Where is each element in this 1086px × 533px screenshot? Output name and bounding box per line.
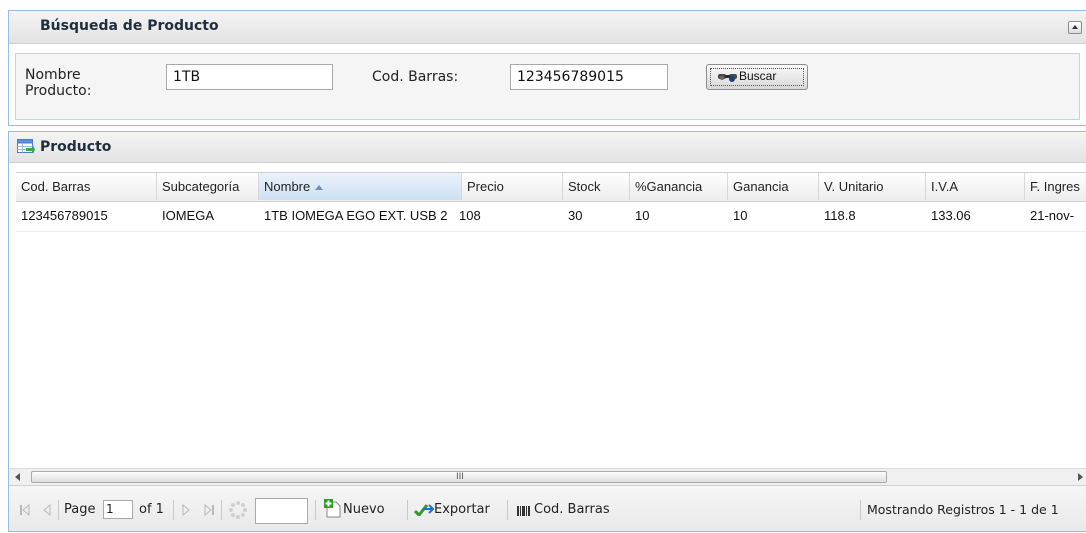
cod-barras-input[interactable]: 123456789015 (510, 64, 668, 90)
column-header-nombre-label: Nombre (264, 179, 311, 194)
scrollbar-grip: III (456, 472, 464, 482)
nombre-label-line1: Nombre (25, 67, 81, 83)
search-panel-header: Búsqueda de Producto (9, 11, 1086, 44)
collapse-icon[interactable] (1068, 21, 1082, 34)
cell-f-ingreso: 21-nov- (1030, 208, 1075, 223)
barcode-icon (517, 506, 530, 516)
column-header-cod-barras[interactable]: Cod. Barras (16, 173, 157, 200)
cell-cod-barras: 123456789015 (21, 208, 108, 223)
grid-header: Producto (9, 132, 1086, 163)
cod-barras-button[interactable]: Cod. Barras (515, 498, 625, 522)
pager-separator (507, 500, 508, 520)
column-header-nombre[interactable]: Nombre (259, 173, 462, 200)
page-count-label: of 1 (139, 502, 164, 517)
cell-iva: 133.06 (931, 208, 971, 223)
previous-page-icon[interactable] (42, 504, 52, 516)
cod-barras-label: Cod. Barras: (372, 69, 459, 85)
cell-ganancia: 10 (733, 208, 748, 223)
column-header-iva[interactable]: I.V.A (926, 173, 1025, 200)
new-document-icon (324, 499, 341, 518)
buscar-label: Buscar (739, 69, 777, 83)
next-page-icon[interactable] (181, 504, 191, 516)
exportar-button[interactable]: Exportar (414, 498, 504, 522)
nuevo-label: Nuevo (343, 502, 385, 517)
column-header-stock[interactable]: Stock (563, 173, 630, 200)
grid-column-header: Cod. Barras Subcategoría Nombre Precio S… (16, 172, 1086, 202)
column-header-f-ingreso[interactable]: F. Ingres (1025, 173, 1086, 200)
nombre-producto-label: Nombre Producto: (25, 67, 91, 99)
column-header-ganancia-pct[interactable]: %Ganancia (630, 173, 728, 200)
nombre-producto-input[interactable]: 1TB (166, 64, 333, 90)
sort-ascending-icon (315, 185, 324, 190)
pager-separator (58, 500, 59, 520)
search-panel: Búsqueda de Producto Nombre Producto: 1T… (8, 10, 1086, 126)
page-number-input[interactable]: 1 (103, 500, 133, 519)
pager-separator (860, 500, 861, 520)
nombre-label-line2: Producto: (25, 83, 92, 99)
search-form: Nombre Producto: 1TB Cod. Barras: 123456… (15, 53, 1080, 120)
cell-stock: 30 (568, 208, 583, 223)
pager-separator (221, 500, 222, 520)
product-grid-panel: Producto Cod. Barras Subcategoría Nombre… (8, 131, 1086, 532)
exportar-label: Exportar (434, 502, 490, 517)
column-header-ganancia[interactable]: Ganancia (728, 173, 819, 200)
cell-ganancia-pct: 10 (635, 208, 650, 223)
page-size-input[interactable] (255, 498, 308, 524)
table-edit-icon (17, 139, 35, 154)
first-page-icon[interactable] (19, 504, 31, 516)
scroll-right-icon[interactable] (1078, 473, 1083, 481)
column-header-subcategoria[interactable]: Subcategoría (157, 173, 259, 200)
grid-title: Producto (40, 139, 112, 155)
paging-toolbar: Page 1 of 1 Nuevo Exportar Cod. Barras M… (9, 485, 1086, 531)
scrollbar-thumb[interactable]: III (31, 471, 887, 483)
pager-separator (315, 500, 316, 520)
buscar-button[interactable]: Buscar (706, 64, 808, 90)
search-panel-title: Búsqueda de Producto (40, 18, 219, 34)
record-count-status: Mostrando Registros 1 - 1 de 1 (867, 502, 1059, 517)
refresh-icon[interactable] (228, 500, 248, 520)
cell-nombre: 1TB IOMEGA EGO EXT. USB 2 (264, 208, 448, 223)
table-row[interactable]: 123456789015 IOMEGA 1TB IOMEGA EGO EXT. … (16, 201, 1086, 232)
column-header-v-unitario[interactable]: V. Unitario (819, 173, 926, 200)
page-label: Page (64, 502, 96, 517)
pager-separator (407, 500, 408, 520)
cod-barras-button-label: Cod. Barras (534, 502, 610, 517)
cell-v-unitario: 118.8 (824, 208, 856, 223)
last-page-icon[interactable] (203, 504, 215, 516)
nuevo-button[interactable]: Nuevo (323, 498, 403, 522)
pager-separator (173, 500, 174, 520)
binoculars-icon (718, 74, 737, 82)
export-icon (414, 504, 434, 516)
cell-precio: 108 (459, 208, 481, 223)
cell-subcategoria: IOMEGA (162, 208, 215, 223)
horizontal-scrollbar[interactable]: III (9, 468, 1086, 486)
scroll-left-icon[interactable] (15, 473, 20, 481)
column-header-precio[interactable]: Precio (462, 173, 563, 200)
